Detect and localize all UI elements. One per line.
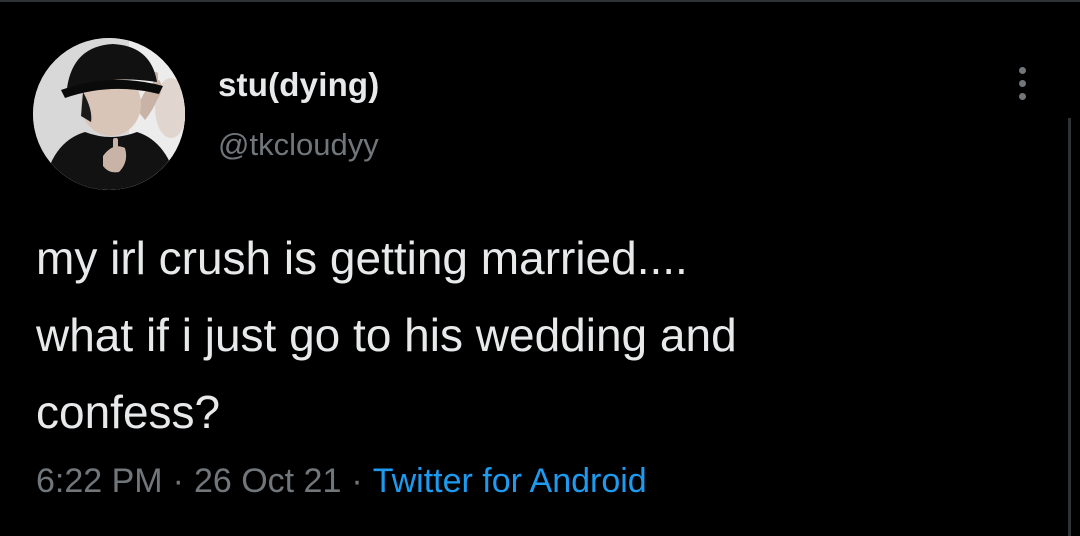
tweet-card: stu(dying) @tkcloudyy my irl crush is ge… <box>0 0 1080 536</box>
avatar[interactable] <box>33 38 185 190</box>
tweet-date[interactable]: 26 Oct 21 <box>194 462 341 500</box>
scrollbar[interactable] <box>1068 118 1071 536</box>
tweet-metadata: 6:22 PM · 26 Oct 21 · Twitter for Android <box>36 462 647 501</box>
tweet-text-line: my irl crush is getting married.... <box>36 232 688 284</box>
tweet-text-line: confess? <box>36 386 221 438</box>
tweet-text: my irl crush is getting married.... what… <box>36 220 1036 451</box>
meta-separator: · <box>351 462 363 500</box>
tweet-time[interactable]: 6:22 PM <box>36 462 163 500</box>
meta-separator: · <box>172 462 184 500</box>
more-options-button[interactable] <box>1008 60 1038 108</box>
author-handle[interactable]: @tkcloudyy <box>218 127 379 163</box>
avatar-photo <box>33 38 185 190</box>
tweet-text-line: what if i just go to his wedding and <box>36 309 737 361</box>
tweet-source-link[interactable]: Twitter for Android <box>373 462 647 500</box>
author-display-name[interactable]: stu(dying) <box>218 66 379 104</box>
